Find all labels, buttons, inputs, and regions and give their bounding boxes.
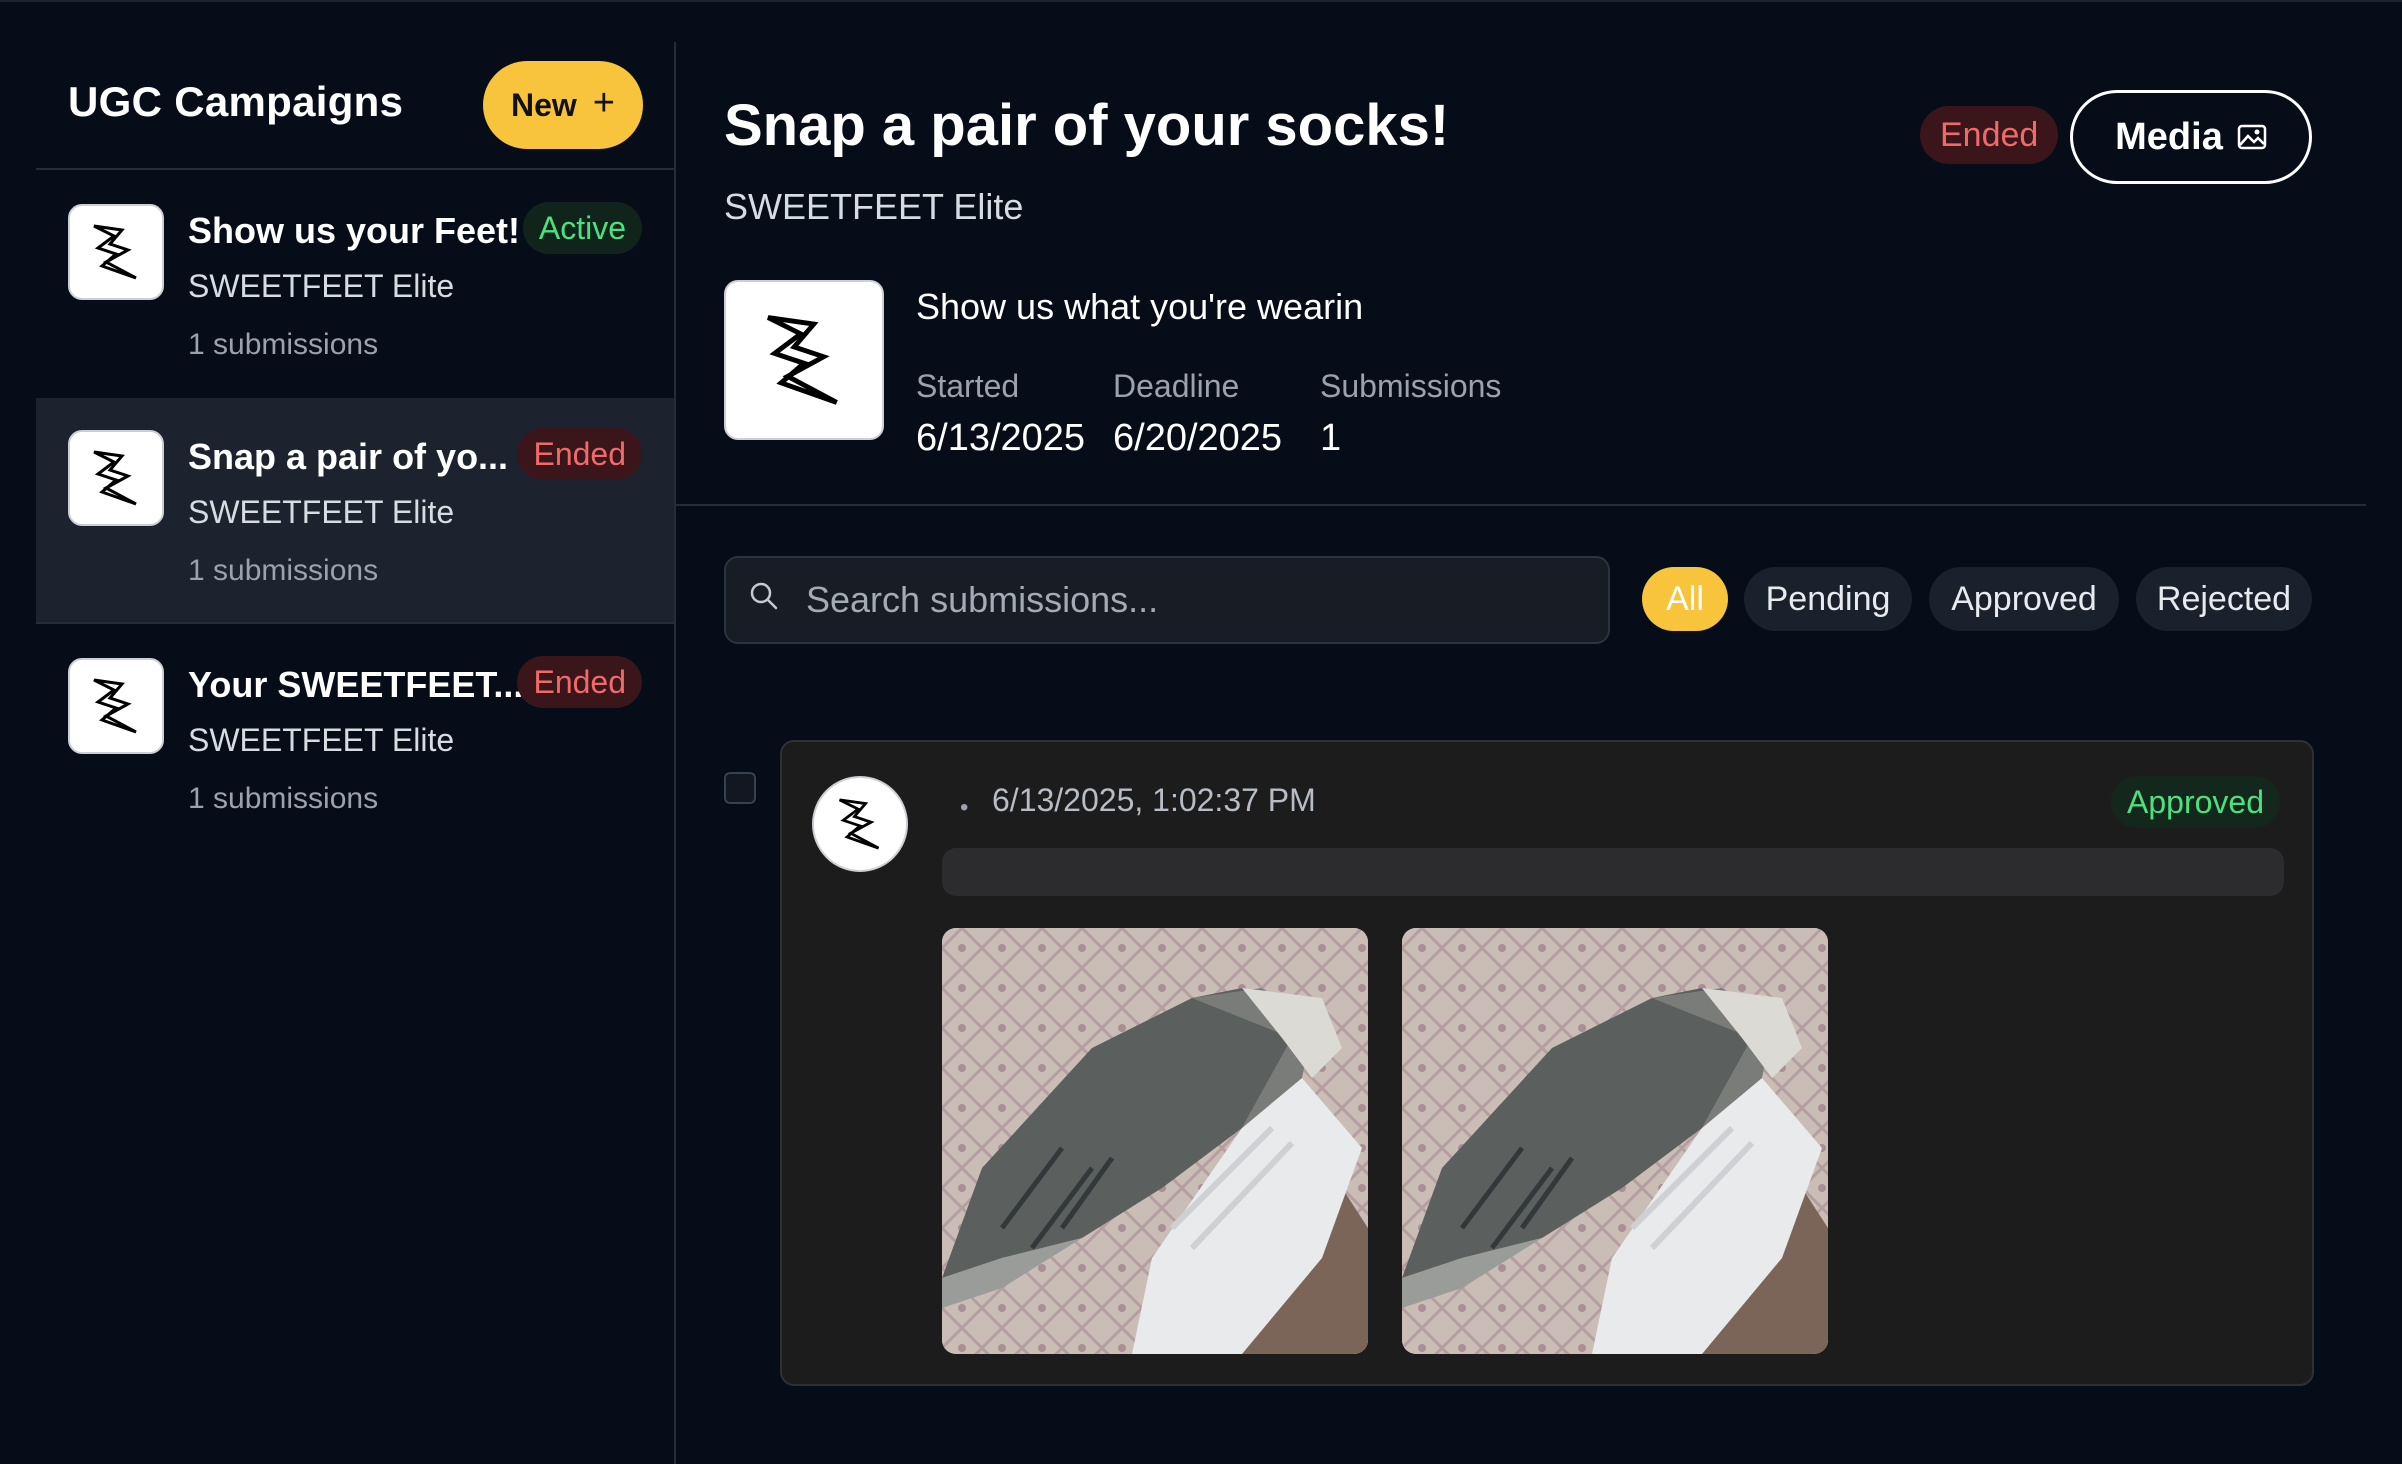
stat-label: Deadline [1113,368,1240,404]
sidebar-header: UGC Campaigns New + [36,42,674,170]
lightning-bolt-icon [93,450,137,506]
select-submission-checkbox[interactable] [724,772,756,804]
campaign-brand: SWEETFEET Elite [188,494,455,530]
stat-value: 6/13/2025 [916,417,1086,459]
status-badge: Approved [2111,776,2280,828]
media-button[interactable]: Media [2070,90,2312,184]
lightning-bolt-icon [93,224,137,280]
search-input[interactable] [806,558,1586,642]
submission-photo[interactable] [1402,928,1828,1354]
campaign-description: Show us what you're wearin [916,286,1364,327]
stat-label: Submissions [1320,368,1502,404]
submission-photo[interactable] [942,928,1368,1354]
campaign-brand: SWEETFEET Elite [188,268,455,304]
campaign-name: Your SWEETFEET... [188,664,524,705]
campaign-detail: Snap a pair of your socks! SWEETFEET Eli… [676,0,2402,1464]
sidebar-title: UGC Campaigns [68,78,404,125]
search-icon [750,582,778,610]
campaign-logo [724,280,884,440]
separator-dot: • [960,794,969,821]
stat-deadline: Deadline 6/20/2025 [1113,368,1282,460]
filter-rejected[interactable]: Rejected [2136,567,2312,631]
campaign-sidebar: UGC Campaigns New + Show us your Feet! A… [36,42,676,1464]
status-badge: Ended [517,428,642,480]
submission-card: • 6/13/2025, 1:02:37 PM Approved [780,740,2314,1386]
brand-logo [68,658,164,754]
new-campaign-button[interactable]: New + [483,61,643,149]
campaign-submission-count: 1 submissions [188,328,379,361]
filter-pending[interactable]: Pending [1744,567,1912,631]
stat-started: Started 6/13/2025 [916,368,1085,460]
filter-all[interactable]: All [1642,567,1728,631]
lightning-bolt-icon [838,798,880,850]
brand-logo [68,430,164,526]
submission-caption [942,848,2284,896]
media-button-label: Media [2115,115,2223,158]
campaign-brand-subtitle: SWEETFEET Elite [724,186,1024,227]
sock-photo-image [942,928,1368,1354]
status-badge: Active [522,202,642,254]
campaign-submission-count: 1 submissions [188,554,379,587]
filter-approved[interactable]: Approved [1929,567,2119,631]
brand-logo [68,204,164,300]
search-box [724,556,1610,644]
stat-submissions: Submissions 1 [1320,368,1501,460]
stat-value: 6/20/2025 [1113,417,1283,459]
plus-icon: + [592,82,615,124]
divider [676,504,2366,506]
avatar [812,776,908,872]
lightning-bolt-icon [93,678,137,734]
status-badge: Ended [517,656,642,708]
image-icon [2237,124,2267,150]
campaign-submission-count: 1 submissions [188,782,379,815]
status-badge: Ended [1920,106,2059,164]
campaign-brand: SWEETFEET Elite [188,722,455,758]
submission-timestamp: 6/13/2025, 1:02:37 PM [992,782,1316,818]
lightning-bolt-icon [766,315,838,405]
campaign-item-show-us-your-feet[interactable]: Show us your Feet! Active SWEETFEET Elit… [36,172,674,398]
campaign-item-your-sweetfeet[interactable]: Your SWEETFEET... Ended SWEETFEET Elite … [36,626,674,852]
campaign-item-snap-a-pair[interactable]: Snap a pair of yo... Ended SWEETFEET Eli… [36,398,674,624]
stat-label: Started [916,368,1020,404]
campaign-name: Snap a pair of yo... [188,436,509,477]
app-window: UGC Campaigns New + Show us your Feet! A… [0,0,2402,1464]
campaign-name: Show us your Feet! [188,210,521,251]
sock-photo-image [1402,928,1828,1354]
page-title: Snap a pair of your socks! [724,93,1450,158]
new-button-label: New [511,86,577,123]
stat-value: 1 [1320,417,1342,459]
